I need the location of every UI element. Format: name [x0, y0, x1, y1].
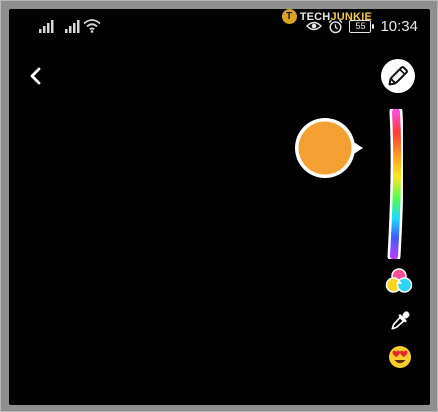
techjunkie-logo: T — [281, 9, 297, 24]
selected-color-preview — [295, 118, 363, 178]
wifi-icon — [83, 19, 101, 33]
clock-time: 10:34 — [380, 17, 418, 35]
signal-icon — [39, 20, 54, 33]
camera-screen: T TECHJUNKIE 55 10:34 — [9, 9, 430, 405]
eyedropper-icon[interactable] — [386, 307, 414, 335]
device-frame: T TECHJUNKIE 55 10:34 — [0, 0, 438, 412]
chevron-left-icon — [30, 67, 41, 85]
eye-icon — [306, 21, 323, 31]
alarm-icon — [329, 19, 343, 33]
signal-icon — [65, 20, 80, 33]
battery-icon: 55 — [349, 19, 375, 33]
emoji-icon[interactable] — [386, 343, 414, 371]
back-button[interactable] — [23, 63, 49, 89]
pencil-button[interactable] — [381, 59, 415, 93]
color-palette-icon[interactable] — [385, 267, 413, 295]
hue-slider[interactable] — [387, 109, 403, 259]
status-right-group: 55 10:34 — [306, 17, 418, 35]
pencil-icon — [388, 66, 408, 86]
selected-color-swatch — [298, 121, 352, 175]
status-bar: T TECHJUNKIE 55 10:34 — [9, 9, 430, 41]
